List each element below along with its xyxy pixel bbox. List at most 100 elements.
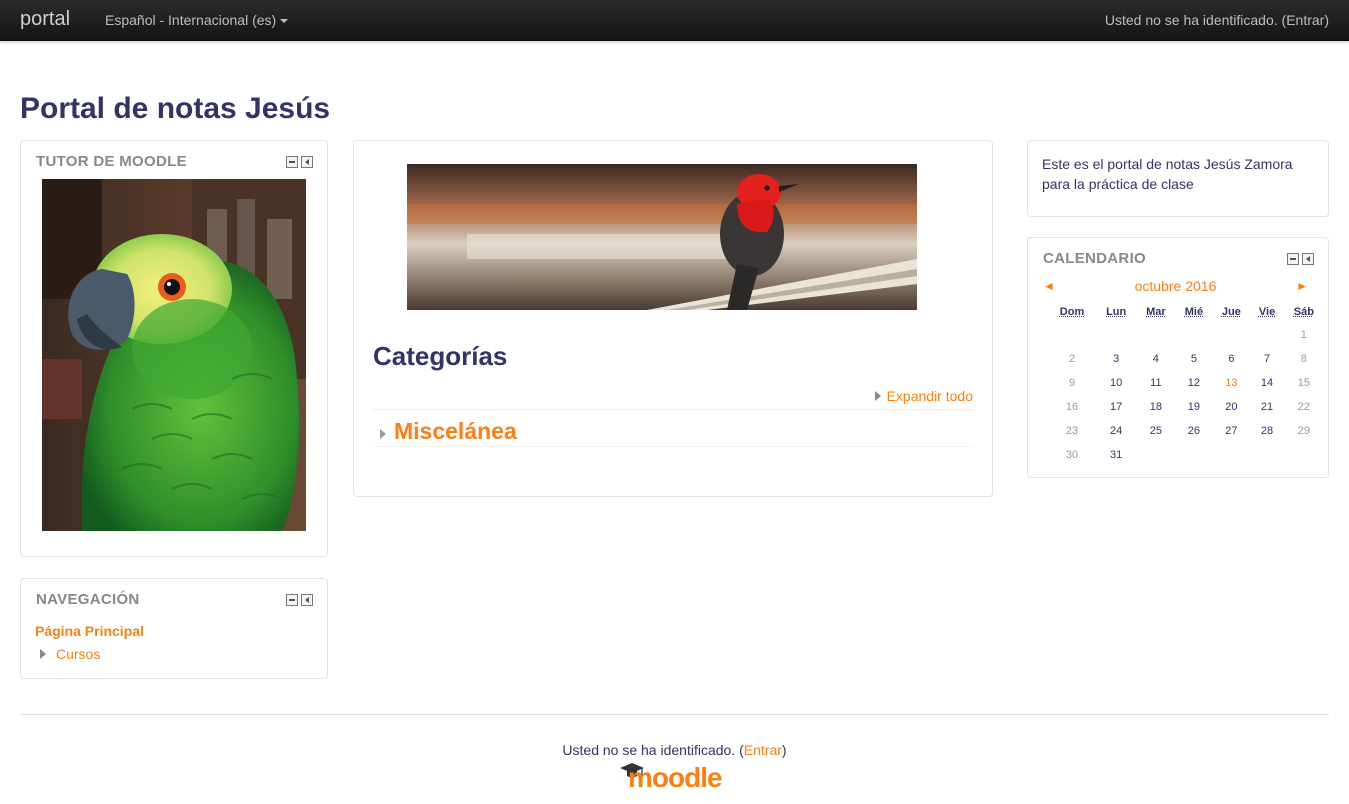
html-text-block: Este es el portal de notas Jesús Zamora … (1027, 140, 1329, 217)
calendar-day[interactable]: 9 (1048, 371, 1096, 395)
calendar-day[interactable]: 14 (1250, 371, 1283, 395)
language-menu[interactable]: Español - Internacional (es) (105, 12, 289, 28)
calendar-day[interactable]: 1 (1284, 323, 1324, 347)
calendar-day (1250, 323, 1283, 347)
calendar-week: 16 17 18 19 20 21 22 (1048, 395, 1324, 419)
calendar-week: 1 (1048, 323, 1324, 347)
expand-arrow-icon (380, 429, 386, 439)
collapse-icon[interactable] (286, 156, 298, 168)
calendar-day[interactable]: 4 (1136, 347, 1175, 371)
divider (373, 409, 973, 410)
calendar-day (1212, 443, 1250, 467)
calendar-day (1284, 443, 1324, 467)
page-title: Portal de notas Jesús (20, 92, 331, 125)
block-controls (286, 156, 313, 168)
calendar-day (1250, 443, 1283, 467)
tutor-block: TUTOR DE MOODLE (20, 140, 328, 557)
login-status-text: Usted no se ha identificado. ( (1104, 12, 1287, 28)
calendar-day (1136, 443, 1175, 467)
calendar-day[interactable]: 28 (1250, 419, 1283, 443)
calendar-day[interactable]: 3 (1096, 347, 1136, 371)
calendar-day[interactable]: 18 (1136, 395, 1175, 419)
parrot-image (42, 179, 306, 531)
category-link[interactable]: Miscelánea (380, 418, 517, 445)
calendar-day[interactable]: 5 (1175, 347, 1212, 371)
calendar-day[interactable]: 21 (1250, 395, 1283, 419)
weekday-header: Lun (1106, 306, 1127, 318)
calendar-block: CALENDARIO ◄ octubre 2016 ► Dom Lun Mar … (1027, 237, 1329, 478)
dock-icon[interactable] (301, 594, 313, 606)
calendar-week: 23 24 25 26 27 28 29 (1048, 419, 1324, 443)
block-controls (1287, 253, 1314, 265)
footer-divider (20, 714, 1329, 715)
expand-arrow-icon (40, 649, 46, 659)
weekday-header: Mié (1184, 306, 1204, 318)
calendar-day (1175, 323, 1212, 347)
calendar-month-link[interactable]: octubre 2016 (1043, 278, 1308, 294)
main-content: Categorías Expandir todo Miscelánea (353, 140, 993, 497)
calendar-day[interactable]: 27 (1212, 419, 1250, 443)
nav-courses-item[interactable]: Cursos (40, 646, 100, 662)
calendar-day[interactable]: 10 (1096, 371, 1136, 395)
site-brand-link[interactable]: portal (20, 8, 70, 31)
calendar-day[interactable]: 6 (1212, 347, 1250, 371)
calendar-day[interactable]: 31 (1096, 443, 1136, 467)
top-navbar: portal Español - Internacional (es) Uste… (0, 0, 1349, 41)
calendar-day[interactable]: 7 (1250, 347, 1283, 371)
calendar-day[interactable]: 30 (1048, 443, 1096, 467)
weekday-header: Vie (1258, 306, 1276, 318)
login-info: Usted no se ha identificado. (Entrar) (1105, 12, 1329, 28)
calendar-day[interactable]: 13 (1212, 371, 1250, 395)
login-close-paren: ) (1324, 12, 1329, 28)
collapse-icon[interactable] (1287, 253, 1299, 265)
login-link[interactable]: Entrar (1286, 12, 1324, 28)
calendar-day[interactable]: 11 (1136, 371, 1175, 395)
expand-all-label: Expandir todo (886, 388, 973, 404)
nav-home-link[interactable]: Página Principal (35, 623, 144, 639)
weekday-header: Dom (1059, 306, 1085, 318)
chevron-down-icon (280, 19, 289, 24)
calendar-day[interactable]: 2 (1048, 347, 1096, 371)
calendar-day[interactable]: 19 (1175, 395, 1212, 419)
calendar-day (1175, 443, 1212, 467)
expand-all-link[interactable]: Expandir todo (874, 388, 973, 404)
footer-login-text: Usted no se ha identificado. ( (562, 742, 744, 758)
nav-courses-label: Cursos (56, 646, 101, 662)
dock-icon[interactable] (301, 156, 313, 168)
calendar-day (1048, 323, 1096, 347)
expand-arrow-icon (874, 391, 881, 401)
language-menu-label: Español - Internacional (es) (105, 12, 277, 28)
divider (373, 446, 973, 447)
block-controls (286, 594, 313, 606)
calendar-week: 9 10 11 12 13 14 15 (1048, 371, 1324, 395)
portal-description: Este es el portal de notas Jesús Zamora … (1042, 156, 1293, 192)
footer-login-link[interactable]: Entrar (744, 742, 782, 758)
calendar-day[interactable]: 25 (1136, 419, 1175, 443)
dock-icon[interactable] (1302, 253, 1314, 265)
calendar-week: 30 31 (1048, 443, 1324, 467)
calendar-day[interactable]: 24 (1096, 419, 1136, 443)
weekday-header: Jue (1221, 306, 1241, 318)
calendar-day[interactable]: 8 (1284, 347, 1324, 371)
calendar-day[interactable]: 29 (1284, 419, 1324, 443)
calendar-day (1212, 323, 1250, 347)
block-title: TUTOR DE MOODLE (36, 153, 187, 170)
calendar-day[interactable]: 16 (1048, 395, 1096, 419)
next-month-icon[interactable]: ► (1296, 279, 1308, 293)
calendar-day[interactable]: 23 (1048, 419, 1096, 443)
calendar-week: 2345678 (1048, 347, 1324, 371)
calendar-day[interactable]: 15 (1284, 371, 1324, 395)
calendar-day[interactable]: 17 (1096, 395, 1136, 419)
calendar-day[interactable]: 26 (1175, 419, 1212, 443)
calendar-day[interactable]: 22 (1284, 395, 1324, 419)
calendar-day (1096, 323, 1136, 347)
calendar-grid: Dom Lun Mar Mié Jue Vie Sáb 1 2 3 4 5 6 7 8 9 10 1… (1048, 301, 1324, 467)
collapse-icon[interactable] (286, 594, 298, 606)
category-label: Miscelánea (394, 418, 517, 444)
calendar-day[interactable]: 20 (1212, 395, 1250, 419)
weekday-header: Mar (1146, 306, 1166, 318)
footer-login-close: ) (781, 742, 787, 758)
calendar-day[interactable]: 12 (1175, 371, 1212, 395)
navigation-block: NAVEGACIÓN Página Principal Cursos (20, 578, 328, 679)
moodle-logo[interactable]: moodle (618, 760, 733, 790)
